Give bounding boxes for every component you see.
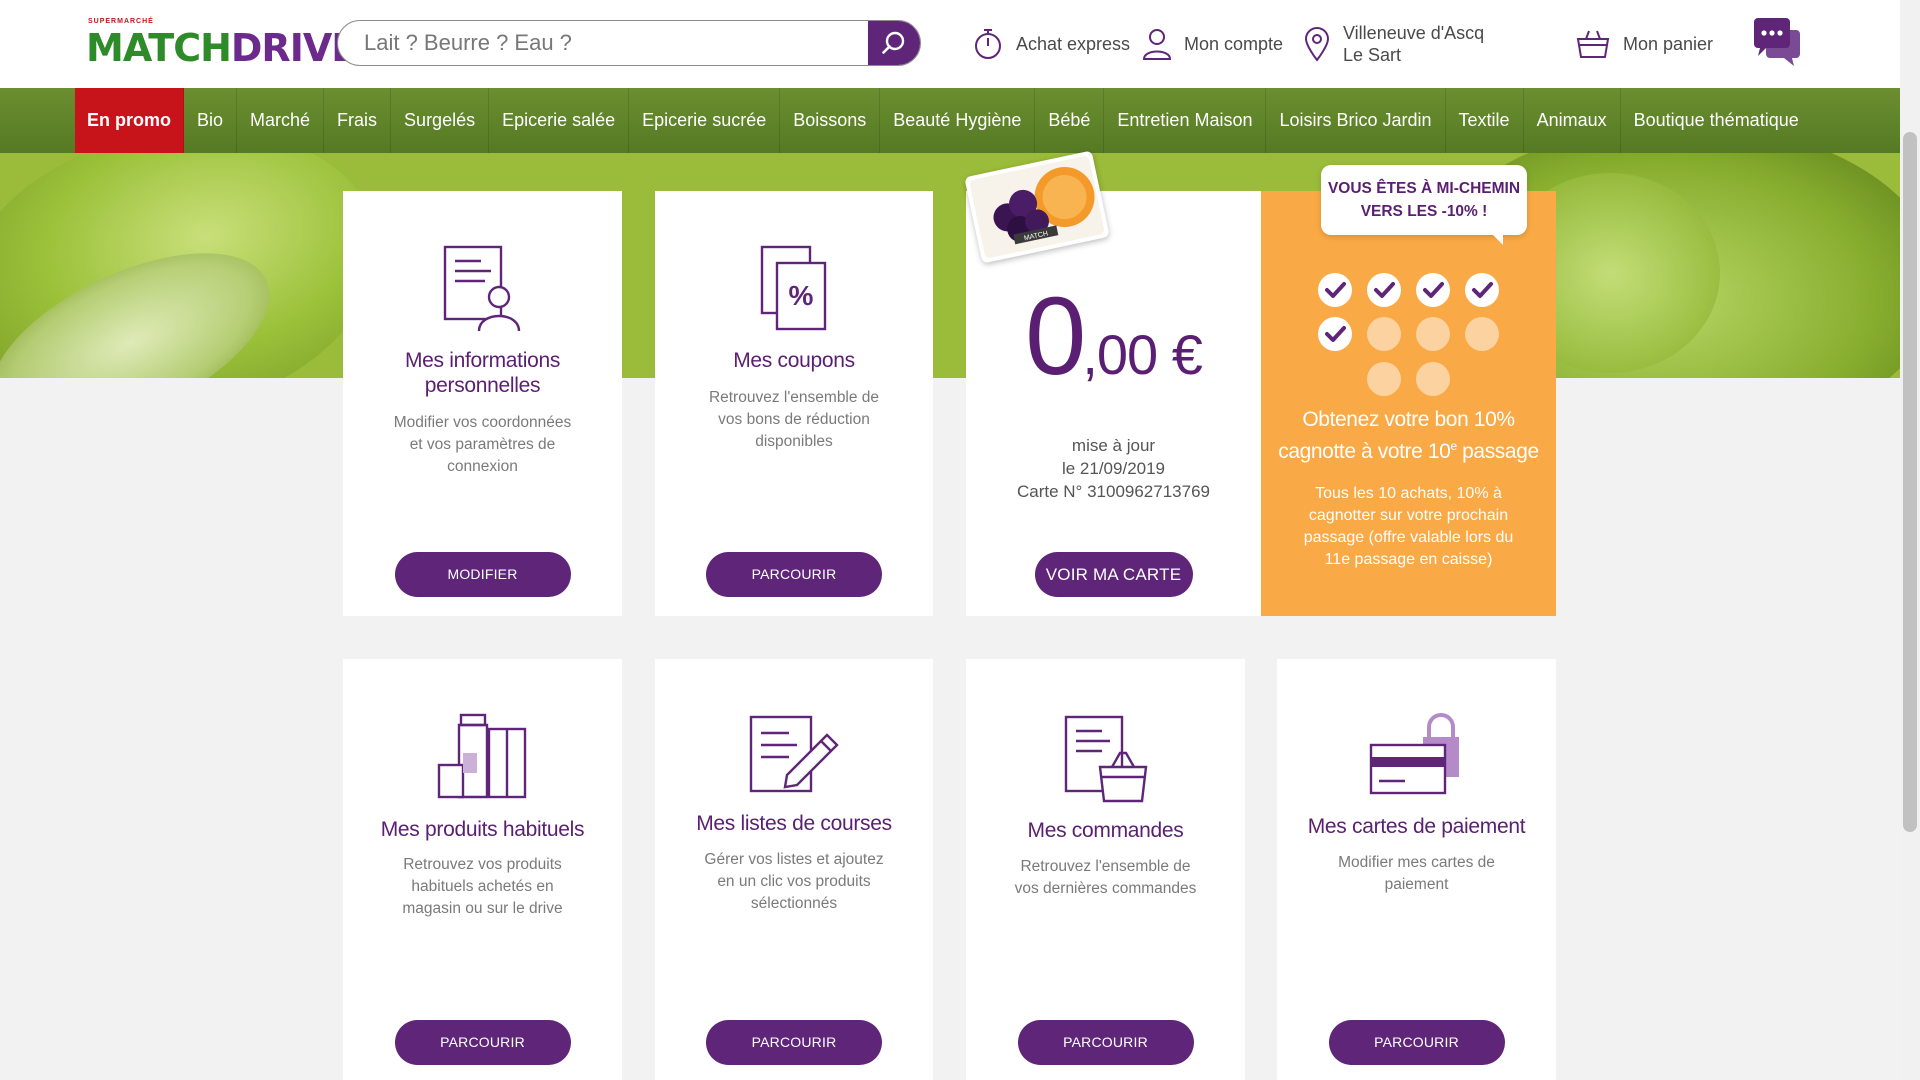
browse-orders-button[interactable]: PARCOURIR — [1017, 1020, 1194, 1065]
user-icon — [1142, 29, 1172, 60]
browse-products-button[interactable]: PARCOURIR — [394, 1020, 571, 1065]
progress-dot-empty — [1416, 317, 1450, 351]
hero-banner — [0, 153, 1900, 378]
nav-item-epicerie-sucree[interactable]: Epicerie sucrée — [629, 88, 781, 153]
progress-dot-empty — [1367, 317, 1401, 351]
account-label: Mon compte — [1184, 33, 1284, 54]
nav-item-bebe[interactable]: Bébé — [1035, 88, 1105, 153]
express-label: Achat express — [1016, 33, 1131, 54]
nav-item-entretien-maison[interactable]: Entretien Maison — [1104, 88, 1267, 153]
card-loyalty: MATCH 0,00 € mise à jour le 21/09/2019 C… — [964, 150, 1261, 616]
search-bar — [337, 20, 921, 66]
card-description: Retrouvez l'ensemble de vos dernières co… — [1014, 858, 1197, 897]
card-description: Retrouvez l'ensemble de vos bons de rédu… — [708, 389, 880, 450]
location-label: Villeneuve d'Ascq Le Sart — [1343, 23, 1485, 65]
nav-item-surgeles[interactable]: Surgelés — [391, 88, 490, 153]
progress-dot-checked — [1465, 273, 1499, 307]
card-usual-products: Mes produits habituels Retrouvez vos pro… — [343, 659, 622, 1080]
progress-dot-checked — [1416, 273, 1450, 307]
logo-wordmark: MATCHDRIVE — [86, 26, 357, 70]
card-shopping-lists: Mes listes de courses Gérer vos listes e… — [655, 659, 933, 1080]
stopwatch-icon — [975, 29, 1001, 59]
express-purchase-link[interactable]: Achat express — [972, 22, 1130, 66]
category-nav: En promo Bio Marché Frais Surgelés Epice… — [0, 88, 1900, 153]
nav-item-promo[interactable]: En promo — [75, 88, 184, 153]
progress-dot-empty — [1416, 362, 1450, 396]
coupon-percent-icon: % — [759, 245, 829, 338]
browse-coupons-button[interactable]: PARCOURIR — [706, 552, 882, 597]
search-input[interactable] — [338, 21, 870, 65]
card-title: Mes informations personnelles — [404, 349, 561, 397]
basket-icon — [1576, 30, 1610, 58]
card-payment-cards: Mes cartes de paiement Modifier mes cart… — [1277, 659, 1556, 1080]
progress-description: Tous les 10 achats, 10% à cagnotter sur … — [1303, 485, 1514, 568]
scrollbar-thumb[interactable] — [1903, 132, 1917, 832]
nav-item-bio[interactable]: Bio — [184, 88, 238, 153]
check-icon — [1325, 326, 1346, 342]
products-icon — [437, 713, 529, 806]
card-progress: VOUS ÊTES À MI-CHEMIN VERS LES -10% ! Ob… — [1261, 165, 1556, 616]
search-icon — [882, 31, 905, 54]
browse-payment-cards-button[interactable]: PARCOURIR — [1328, 1020, 1505, 1065]
nav-item-marche[interactable]: Marché — [237, 88, 325, 153]
nav-item-boissons[interactable]: Boissons — [780, 88, 881, 153]
progress-dot-checked — [1318, 273, 1352, 307]
cart-label: Mon panier — [1623, 33, 1714, 54]
account-link[interactable]: Mon compte — [1142, 22, 1283, 66]
category-list: En promo Bio Marché Frais Surgelés Epice… — [75, 88, 1812, 153]
modify-button[interactable]: MODIFIER — [394, 552, 571, 597]
svg-text:%: % — [789, 280, 814, 311]
profile-document-icon — [441, 245, 525, 338]
list-pencil-icon — [749, 715, 839, 800]
cart-link[interactable]: Mon panier — [1575, 22, 1713, 66]
card-title: Mes coupons — [733, 349, 855, 372]
nav-item-beaute-hygiene[interactable]: Beauté Hygiène — [880, 88, 1036, 153]
nav-item-epicerie-salee[interactable]: Epicerie salée — [489, 88, 630, 153]
card-title: Mes listes de courses — [696, 812, 892, 835]
store-location-link[interactable]: Villeneuve d'Ascq Le Sart — [1303, 22, 1503, 66]
card-title: Mes produits habituels — [380, 818, 585, 841]
loyalty-update-info: mise à jour le 21/09/2019 Carte N° 31009… — [1016, 436, 1210, 501]
order-bag-icon — [1062, 715, 1150, 808]
check-icon — [1423, 282, 1444, 298]
nav-item-loisirs-brico-jardin[interactable]: Loisirs Brico Jardin — [1266, 88, 1446, 153]
card-description: Modifier vos coordonnées et vos paramètr… — [393, 414, 572, 475]
match-drive-logo[interactable]: SUPERMARCHÉ MATCHDRIVE — [86, 18, 357, 70]
location-pin-icon — [1304, 27, 1330, 62]
card-description: Gérer vos listes et ajoutez en un clic v… — [704, 851, 884, 912]
page-scrollbar[interactable] — [1900, 0, 1920, 1080]
card-title: Mes cartes de paiement — [1307, 815, 1526, 838]
card-description: Modifier mes cartes de paiement — [1338, 854, 1495, 893]
check-icon — [1325, 282, 1346, 298]
check-icon — [1374, 282, 1395, 298]
card-description: Retrouvez vos produits habituels achetés… — [402, 856, 563, 917]
credit-card-lock-icon — [1369, 713, 1465, 802]
card-title: Mes commandes — [1027, 819, 1184, 842]
search-button[interactable] — [868, 21, 920, 65]
card-orders: Mes commandes Retrouvez l'ensemble de vo… — [966, 659, 1245, 1080]
nav-item-textile[interactable]: Textile — [1446, 88, 1524, 153]
progress-dot-empty — [1465, 317, 1499, 351]
nav-item-animaux[interactable]: Animaux — [1524, 88, 1621, 153]
progress-dot-checked — [1318, 317, 1352, 351]
nav-item-boutique-thematique[interactable]: Boutique thématique — [1621, 88, 1812, 153]
chat-bubbles-icon — [1754, 18, 1800, 66]
progress-bubble: VOUS ÊTES À MI-CHEMIN VERS LES -10% ! — [1321, 165, 1527, 245]
progress-dot-empty — [1367, 362, 1401, 396]
progress-dot-checked — [1367, 273, 1401, 307]
progress-title: Obtenez votre bon 10% cagnotte à votre 1… — [1278, 408, 1539, 463]
logo-super-label: SUPERMARCHÉ — [88, 18, 154, 25]
browse-lists-button[interactable]: PARCOURIR — [706, 1020, 882, 1065]
card-coupons: % Mes coupons Retrouvez l'ensemble de vo… — [655, 191, 933, 616]
view-card-button[interactable]: VOIR MA CARTE — [1034, 552, 1193, 597]
site-header: SUPERMARCHÉ MATCHDRIVE Achat express Mon… — [0, 0, 1900, 88]
chat-button[interactable] — [1752, 16, 1802, 73]
loyalty-balance: 0,00 € — [1025, 275, 1203, 398]
nav-item-frais[interactable]: Frais — [324, 88, 392, 153]
check-icon — [1472, 282, 1493, 298]
card-personal-info: Mes informations personnelles Modifier v… — [343, 191, 622, 616]
